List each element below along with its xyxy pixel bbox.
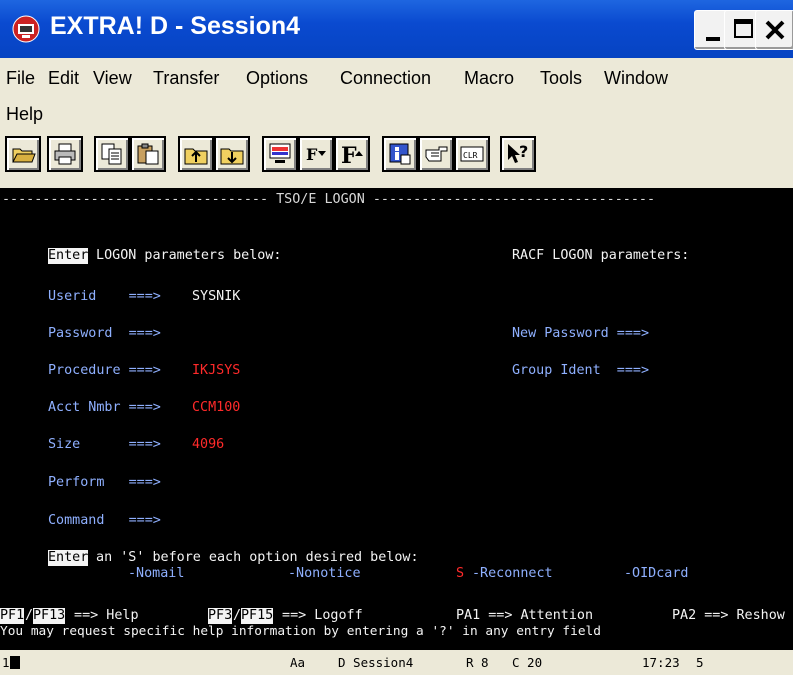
option-prompt: an 'S' before each option desired below: [88, 550, 419, 565]
size-field[interactable]: 4096 [192, 437, 224, 453]
acct-nmbr-field[interactable]: CCM100 [192, 400, 240, 416]
pf15-key: PF15 [241, 608, 274, 624]
status-indicator: 1 [2, 655, 10, 670]
perform-field[interactable] [192, 475, 252, 491]
userid-field[interactable]: SYSNIK [192, 289, 240, 305]
status-time: 17:23 [642, 655, 680, 670]
group-ident-field[interactable] [690, 363, 780, 379]
terminal-screen[interactable]: --------------------------------- TSO/E … [0, 188, 793, 650]
session-info-icon [389, 143, 411, 165]
racf-params-heading: RACF LOGON parameters: [512, 248, 690, 263]
enter-highlight-options: Enter [48, 550, 89, 566]
cursor-block-icon [10, 656, 20, 669]
status-font: Aa [290, 655, 306, 670]
status-session: D Session4 [338, 655, 414, 670]
procedure-field[interactable]: IKJSYS [192, 363, 240, 379]
password-label: Password ===> [48, 326, 161, 341]
menu-file[interactable]: File [6, 68, 35, 89]
title-bar: EXTRA! D - Session4 [0, 0, 793, 58]
close-button[interactable] [755, 10, 793, 50]
userid-label: Userid ===> [48, 289, 161, 304]
command-field[interactable] [192, 513, 772, 529]
print-button[interactable] [47, 136, 83, 172]
send-file-button[interactable] [178, 136, 214, 172]
window-title: EXTRA! D - Session4 [50, 12, 301, 40]
pf-logoff-text: ==> Logoff [274, 608, 363, 623]
help-button[interactable]: ? [500, 136, 536, 172]
new-password-field[interactable] [690, 326, 780, 342]
receive-file-button[interactable] [214, 136, 250, 172]
svg-text:?: ? [519, 142, 528, 161]
group-ident-label: Group Ident ===> [512, 363, 650, 378]
pf3-key: PF3 [208, 608, 233, 624]
pf1-key: PF1 [0, 608, 25, 624]
font-down-icon: F [306, 145, 326, 164]
clear-button[interactable]: CLR [454, 136, 490, 172]
screen-header: --------------------------------- TSO/E … [2, 192, 656, 207]
monitor-button[interactable] [262, 136, 298, 172]
paste-icon [137, 143, 159, 165]
open-icon [12, 148, 36, 163]
pf13-key: PF13 [33, 608, 66, 624]
session-info-button[interactable] [382, 136, 418, 172]
pa1-text: PA1 ==> Attention [456, 608, 594, 623]
status-count: 5 [696, 655, 704, 670]
reconnect-option: -Reconnect [472, 566, 553, 581]
pa2-text: PA2 ==> Reshow [672, 608, 785, 623]
command-label: Command ===> [48, 513, 161, 528]
procedure-label: Procedure ===> [48, 363, 161, 378]
close-icon [765, 20, 785, 40]
extra-app-icon[interactable] [12, 15, 40, 43]
nonotice-option[interactable]: -Nonotice [288, 566, 361, 582]
print-icon [54, 143, 76, 165]
copy-button[interactable] [94, 136, 130, 172]
menu-window[interactable]: Window [604, 68, 668, 89]
nomail-option[interactable]: -Nomail [128, 566, 184, 582]
logon-params-heading: LOGON parameters below: [88, 248, 282, 263]
font-increase-button[interactable]: F [334, 136, 370, 172]
oidcard-option[interactable]: -OIDcard [624, 566, 689, 582]
menu-macro[interactable]: Macro [464, 68, 514, 89]
menu-bar: File Edit View Transfer Options Connecti… [0, 58, 793, 130]
open-button[interactable] [5, 136, 41, 172]
password-field[interactable] [192, 326, 432, 342]
new-password-label: New Password ===> [512, 326, 650, 341]
status-col: C 20 [512, 655, 543, 670]
paste-button[interactable] [130, 136, 166, 172]
menu-help[interactable]: Help [6, 104, 43, 125]
menu-edit[interactable]: Edit [48, 68, 79, 89]
status-row: R 8 [466, 655, 489, 670]
pointer-hand-icon [425, 146, 448, 162]
svg-text:CLR: CLR [463, 151, 478, 160]
menu-view[interactable]: View [93, 68, 132, 89]
reconnect-selection[interactable]: S [456, 566, 464, 582]
copy-icon [101, 143, 122, 165]
menu-transfer[interactable]: Transfer [153, 68, 219, 89]
pointer-hand-button[interactable] [418, 136, 454, 172]
status-bar: 1 Aa D Session4 R 8 C 20 17:23 5 [0, 650, 793, 675]
toolbar: F F CLR ? [0, 130, 793, 188]
monitor-icon [269, 143, 291, 163]
app-window: EXTRA! D - Session4 File Edit View Trans… [0, 0, 793, 675]
receive-file-icon [220, 148, 244, 165]
svg-text:F: F [306, 145, 318, 164]
size-label: Size ===> [48, 437, 161, 452]
font-decrease-button[interactable]: F [298, 136, 334, 172]
svg-text:F: F [341, 143, 357, 167]
menu-tools[interactable]: Tools [540, 68, 582, 89]
font-up-icon: F [341, 143, 363, 167]
menu-connection[interactable]: Connection [340, 68, 431, 89]
send-file-icon [184, 148, 208, 165]
clear-icon: CLR [460, 146, 484, 162]
perform-label: Perform ===> [48, 475, 161, 490]
enter-highlight: Enter [48, 248, 89, 264]
help-message: You may request specific help informatio… [0, 624, 601, 639]
pf-help-text: ==> Help [66, 608, 139, 623]
acct-nmbr-label: Acct Nmbr ===> [48, 400, 161, 415]
help-icon: ? [508, 142, 528, 163]
menu-options[interactable]: Options [246, 68, 308, 89]
